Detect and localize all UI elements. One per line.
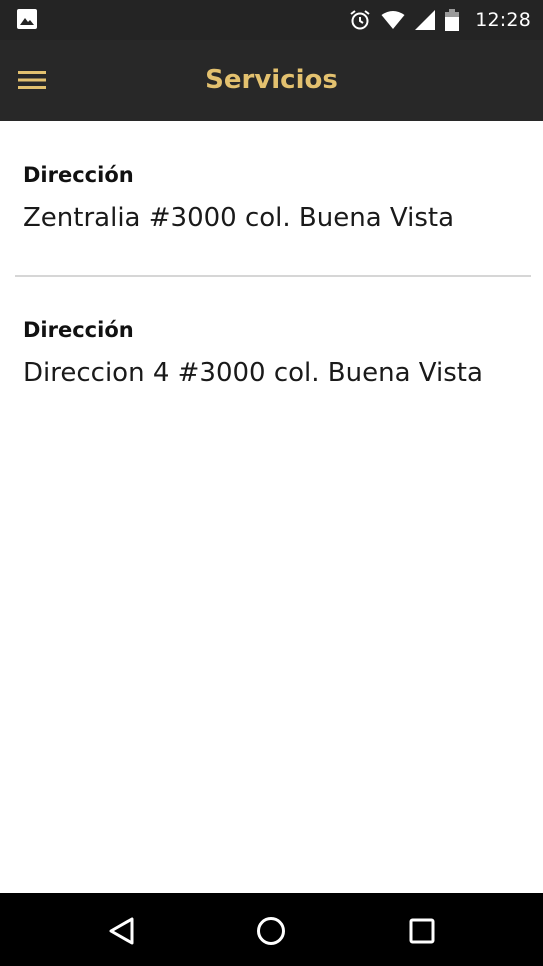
screen: 12:28 Servicios Dirección Zentralia #300…: [0, 0, 543, 966]
address-item[interactable]: Dirección Zentralia #3000 col. Buena Vis…: [0, 121, 543, 276]
signal-icon: [415, 10, 436, 30]
address-list: Dirección Zentralia #3000 col. Buena Vis…: [0, 121, 543, 388]
page-title: Servicios: [205, 65, 338, 95]
status-time: 12:28: [475, 9, 531, 31]
status-bar: 12:28: [0, 0, 543, 40]
app-bar: Servicios: [0, 40, 543, 121]
address-label: Dirección: [23, 163, 134, 187]
home-icon[interactable]: [251, 911, 291, 951]
alarm-icon: [350, 10, 370, 30]
navigation-bar: [0, 893, 543, 966]
address-value: Zentralia #3000 col. Buena Vista: [23, 203, 455, 233]
battery-icon: [445, 9, 460, 31]
address-label: Dirección: [23, 318, 134, 342]
status-icons: 12:28: [349, 0, 531, 40]
wifi-icon: [381, 11, 405, 29]
hamburger-menu-icon: [18, 71, 46, 89]
address-value: Direccion 4 #3000 col. Buena Vista: [23, 358, 483, 388]
menu-button[interactable]: [18, 60, 66, 100]
gallery-icon: [17, 9, 37, 29]
address-item[interactable]: Dirección Direccion 4 #3000 col. Buena V…: [0, 277, 543, 427]
back-icon[interactable]: [102, 911, 142, 951]
recents-icon[interactable]: [402, 911, 442, 951]
